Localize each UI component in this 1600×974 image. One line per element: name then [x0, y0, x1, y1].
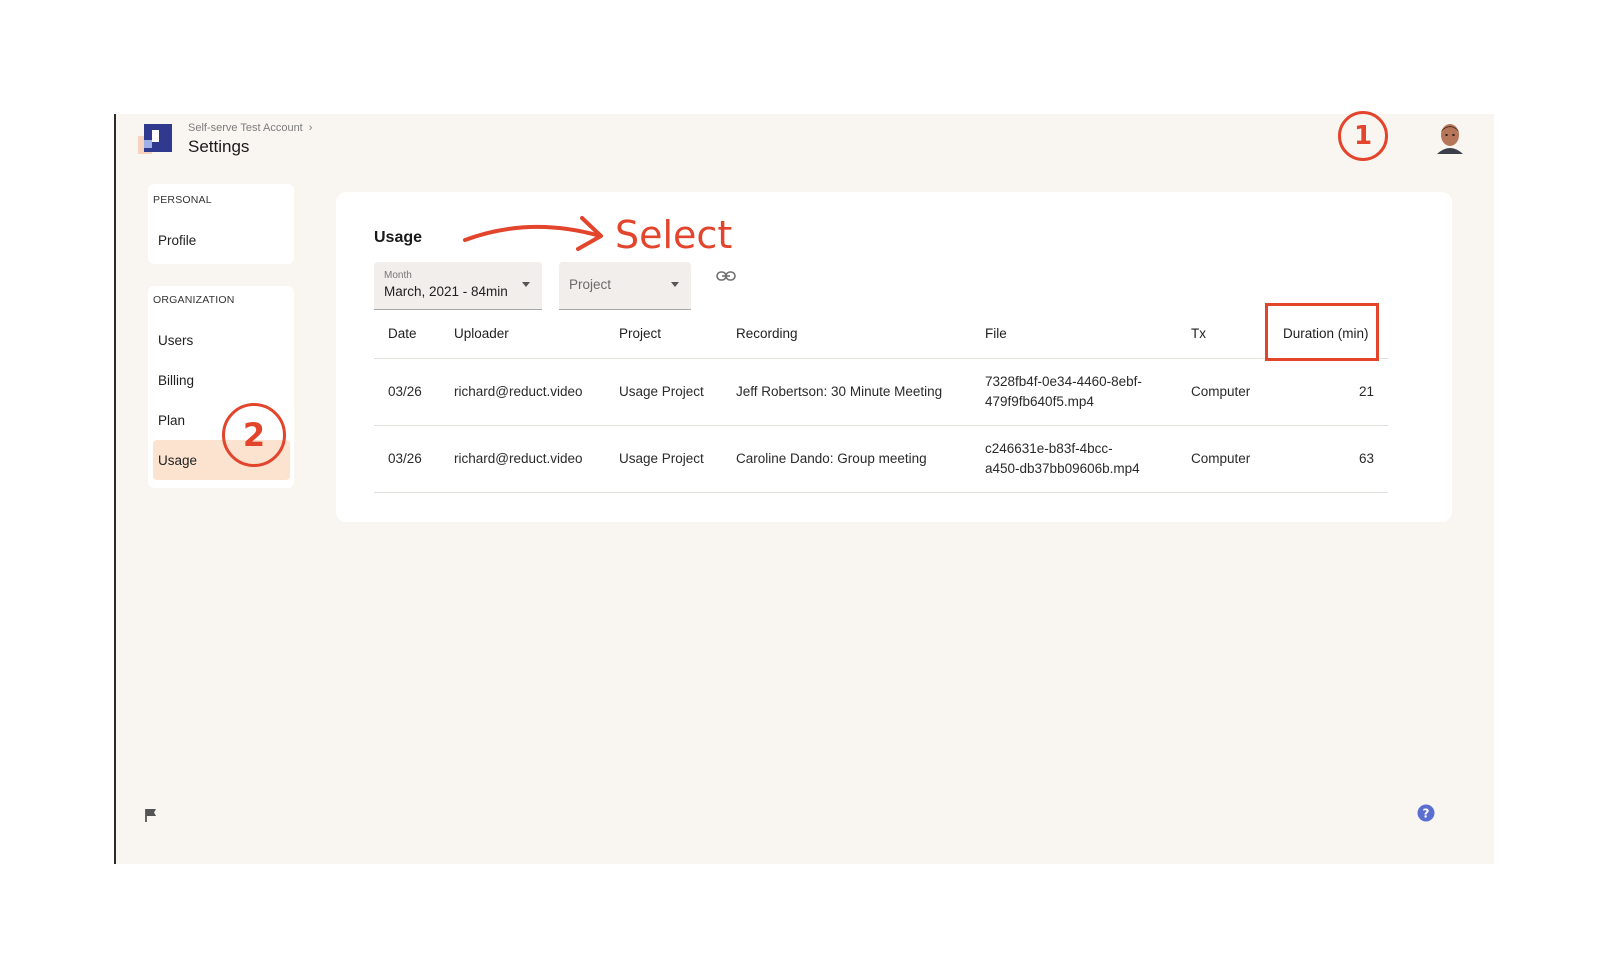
cell-uploader: richard@reduct.video [454, 384, 583, 399]
app-window: Self-serve Test Account › Settings PERSO… [114, 114, 1494, 864]
cell-duration: 21 [1358, 384, 1374, 399]
sidebar-item-users[interactable]: Users [153, 320, 290, 360]
table-row[interactable]: 03/26 richard@reduct.video Usage Project… [374, 359, 1388, 426]
column-header-date[interactable]: Date [388, 326, 417, 341]
month-select-label: Month [384, 270, 412, 281]
month-select[interactable]: Month March, 2021 - 84min [374, 262, 542, 310]
help-icon[interactable]: ? [1417, 804, 1435, 822]
cell-file-line: 7328fb4f-0e34-4460-8ebf- [985, 374, 1142, 389]
project-select-placeholder: Project [569, 277, 612, 292]
breadcrumb-account[interactable]: Self-serve Test Account [188, 122, 303, 134]
cell-recording: Caroline Dando: Group meeting [736, 451, 927, 466]
nav-heading-organization: ORGANIZATION [153, 294, 235, 306]
cell-uploader: richard@reduct.video [454, 451, 583, 466]
cell-date: 03/26 [388, 384, 422, 399]
project-select[interactable]: Project [559, 262, 691, 310]
column-header-recording[interactable]: Recording [736, 326, 798, 341]
annotation-highlight-duration [1265, 303, 1379, 361]
sidebar-item-billing[interactable]: Billing [153, 360, 290, 400]
reduct-logo[interactable] [138, 122, 172, 156]
cell-recording: Jeff Robertson: 30 Minute Meeting [736, 384, 943, 399]
nav-section-personal: PERSONAL Profile [148, 184, 294, 264]
cell-duration: 63 [1358, 451, 1374, 466]
cell-file-line: 479f9fb640f5.mp4 [985, 394, 1094, 409]
cell-tx: Computer [1191, 451, 1251, 466]
cell-date: 03/26 [388, 451, 422, 466]
annotation-badge-1: 1 [1338, 111, 1388, 161]
breadcrumb-chevron-icon: › [308, 122, 313, 134]
cell-file-line: a450-db37bb09606b.mp4 [985, 461, 1140, 476]
month-select-value: March, 2021 - 84min [384, 284, 508, 299]
cell-project: Usage Project [619, 384, 704, 399]
chevron-down-icon [671, 282, 679, 287]
user-avatar[interactable] [1435, 122, 1465, 154]
annotation-select-label: Select [615, 213, 733, 257]
flag-icon[interactable] [144, 808, 158, 822]
cell-file: c246631e-b83f-4bcc- a450-db37bb09606b.mp… [985, 439, 1175, 479]
column-header-uploader[interactable]: Uploader [454, 326, 509, 341]
column-header-tx[interactable]: Tx [1191, 326, 1206, 341]
chevron-down-icon [522, 282, 530, 287]
annotation-arrow [463, 216, 603, 251]
page-title: Settings [188, 137, 250, 156]
column-header-project[interactable]: Project [619, 326, 661, 341]
usage-table: Date Uploader Project Recording File Tx … [374, 310, 1388, 493]
column-header-file[interactable]: File [985, 326, 1007, 341]
usage-title: Usage [374, 229, 423, 246]
cell-tx: Computer [1191, 384, 1251, 399]
svg-text:?: ? [1423, 807, 1430, 821]
annotation-badge-2: 2 [222, 403, 286, 467]
table-row[interactable]: 03/26 richard@reduct.video Usage Project… [374, 426, 1388, 493]
cell-file-line: c246631e-b83f-4bcc- [985, 441, 1113, 456]
breadcrumb[interactable]: Self-serve Test Account › [188, 122, 312, 134]
nav-heading-personal: PERSONAL [153, 194, 212, 206]
link-icon[interactable] [716, 270, 736, 282]
sidebar-item-profile[interactable]: Profile [153, 220, 290, 260]
cell-project: Usage Project [619, 451, 704, 466]
table-header: Date Uploader Project Recording File Tx … [374, 310, 1388, 359]
cell-file: 7328fb4f-0e34-4460-8ebf- 479f9fb640f5.mp… [985, 372, 1175, 412]
